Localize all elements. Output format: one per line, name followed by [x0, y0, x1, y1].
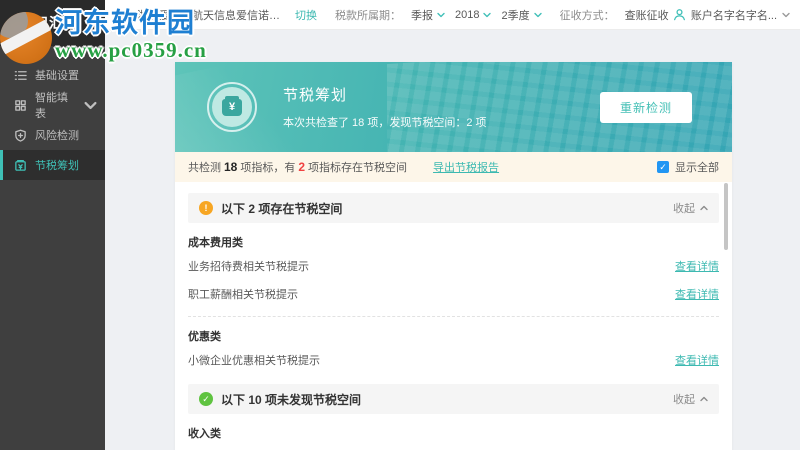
item-label: 小微企业优惠相关节税提示 [188, 355, 320, 367]
issue-count: 2 [298, 160, 306, 174]
chevron-down-icon [782, 12, 790, 17]
collapse-toggle[interactable]: 收起 [673, 200, 708, 216]
tax-saving-banner: ¥ 节税筹划 本次共检查了 18 项，发现节税空间：2 项 重新检测 [175, 62, 732, 152]
user-icon [673, 9, 685, 21]
sidebar-item-risk-check[interactable]: 风险检测 [0, 120, 105, 150]
stats-middle: 项指标，有 [240, 162, 296, 174]
category-label: 收入类 [188, 428, 221, 440]
sidebar-item-smart-forms[interactable]: 智能填表 [0, 90, 105, 120]
view-detail-link[interactable]: 查看详情 [675, 258, 719, 274]
tax-period-label: 税款所属期： [335, 9, 401, 22]
item-label: 职工薪酬相关节税提示 [188, 289, 298, 301]
export-report-link[interactable]: 导出节税报告 [433, 159, 499, 175]
logo-ring-icon [6, 10, 32, 36]
sidebar-collapse-icon[interactable] [115, 9, 129, 21]
period-quarter-select[interactable]: 2季度 [501, 7, 542, 23]
company-name: 浙江爱信诺航天信息爱信诺航天信息有限公... [137, 9, 287, 22]
safebox-icon [15, 159, 26, 171]
chevron-down-icon [84, 101, 97, 109]
period-type-select[interactable]: 季报 [411, 7, 445, 23]
chevron-down-icon [483, 12, 492, 17]
sidebar-nav: 基础设置 智能填表 风险检测 节税筹划 [0, 46, 105, 180]
period-year-select[interactable]: 2018 [455, 8, 492, 21]
grid-icon [15, 99, 26, 111]
chevron-down-icon [533, 12, 542, 17]
sidebar: 智汇算 基础设置 智能填表 风险检测 节税筹划 [0, 0, 105, 450]
total-count: 18 [224, 160, 238, 174]
period-type-value: 季报 [411, 9, 433, 22]
sidebar-item-basic-settings[interactable]: 基础设置 [0, 60, 105, 90]
sidebar-item-tax-saving[interactable]: 节税筹划 [0, 150, 105, 180]
logo-text: 智汇算 [34, 15, 79, 31]
saving-item-row: 小微企业优惠相关节税提示 查看详情 [188, 346, 719, 374]
stats-prefix: 共检测 [188, 162, 221, 174]
scrollbar-thumb[interactable] [724, 183, 728, 250]
moneybox-circle-icon: ¥ [207, 82, 257, 132]
collection-method-value: 查账征收 [624, 9, 669, 22]
success-circle-icon: ✓ [199, 392, 213, 406]
account-menu[interactable]: 账户名字名字名... [673, 7, 790, 23]
warning-circle-icon: ! [199, 201, 213, 215]
shield-icon [15, 129, 26, 142]
sections-body: ! 以下 2 项存在节税空间 收起 成本费用类 业务招待费相关节税提示 查看详情… [175, 182, 732, 450]
show-all-checkbox[interactable]: ✓ 显示全部 [657, 159, 719, 175]
app-logo: 智汇算 [0, 0, 105, 46]
section-header-has-savings: ! 以下 2 项存在节税空间 收起 [188, 193, 719, 223]
account-name: 账户名字名字名... [690, 9, 777, 22]
category-label: 成本费用类 [188, 237, 243, 249]
show-all-label: 显示全部 [675, 162, 719, 174]
period-year-value: 2018 [455, 8, 480, 21]
stats-suffix: 项指标存在节税空间 [308, 162, 408, 174]
checkbox-checked-icon[interactable]: ✓ [657, 161, 669, 173]
switch-company-link[interactable]: 切换 [295, 7, 317, 23]
sidebar-item-label: 节税筹划 [35, 160, 79, 172]
section-title: 以下 2 项存在节税空间 [221, 201, 343, 216]
app-window: 智汇算 基础设置 智能填表 风险检测 节税筹划 浙江爱信诺航天信息爱信诺航 切换… [0, 0, 800, 450]
item-label: 业务招待费相关节税提示 [188, 261, 309, 273]
chevron-up-icon [700, 205, 708, 211]
stats-bar: 共检测 18 项指标，有 2 项指标存在节税空间 导出节税报告 ✓ 显示全部 [175, 152, 732, 182]
view-detail-link[interactable]: 查看详情 [675, 286, 719, 302]
main-content: ¥ 节税筹划 本次共检查了 18 项，发现节税空间：2 项 重新检测 共检测 1… [105, 30, 800, 450]
collection-method-label: 征收方式： [559, 9, 615, 22]
category-label: 优惠类 [188, 331, 221, 343]
recheck-button[interactable]: 重新检测 [599, 91, 692, 123]
banner-subtitle: 本次共检查了 18 项，发现节税空间：2 项 [283, 117, 487, 129]
sidebar-item-label: 基础设置 [35, 70, 79, 82]
sidebar-item-label: 风险检测 [35, 130, 79, 142]
yen-safebox-icon: ¥ [222, 95, 242, 116]
tax-saving-card: ¥ 节税筹划 本次共检查了 18 项，发现节税空间：2 项 重新检测 共检测 1… [175, 62, 732, 450]
chevron-down-icon [437, 12, 445, 17]
sidebar-item-label: 智能填表 [35, 92, 68, 120]
list-icon [14, 70, 27, 80]
section-title: 以下 10 项未发现节税空间 [221, 392, 362, 407]
saving-item-row: 职工薪酬相关节税提示 查看详情 [188, 280, 719, 308]
topbar: 浙江爱信诺航天信息爱信诺航天信息有限公... 切换 税款所属期： 季报 2018… [105, 0, 800, 30]
saving-item-row: 金融企业利息收支相关节税提示 查看详情 [188, 443, 719, 450]
period-quarter-value: 2季度 [501, 9, 530, 22]
page-title: 节税筹划 [283, 87, 348, 104]
saving-item-row: 业务招待费相关节税提示 查看详情 [188, 252, 719, 280]
collapse-toggle[interactable]: 收起 [673, 391, 708, 407]
chevron-up-icon [700, 396, 708, 402]
dashed-divider [188, 316, 719, 317]
view-detail-link[interactable]: 查看详情 [675, 352, 719, 368]
section-header-no-savings: ✓ 以下 10 项未发现节税空间 收起 [188, 384, 719, 414]
